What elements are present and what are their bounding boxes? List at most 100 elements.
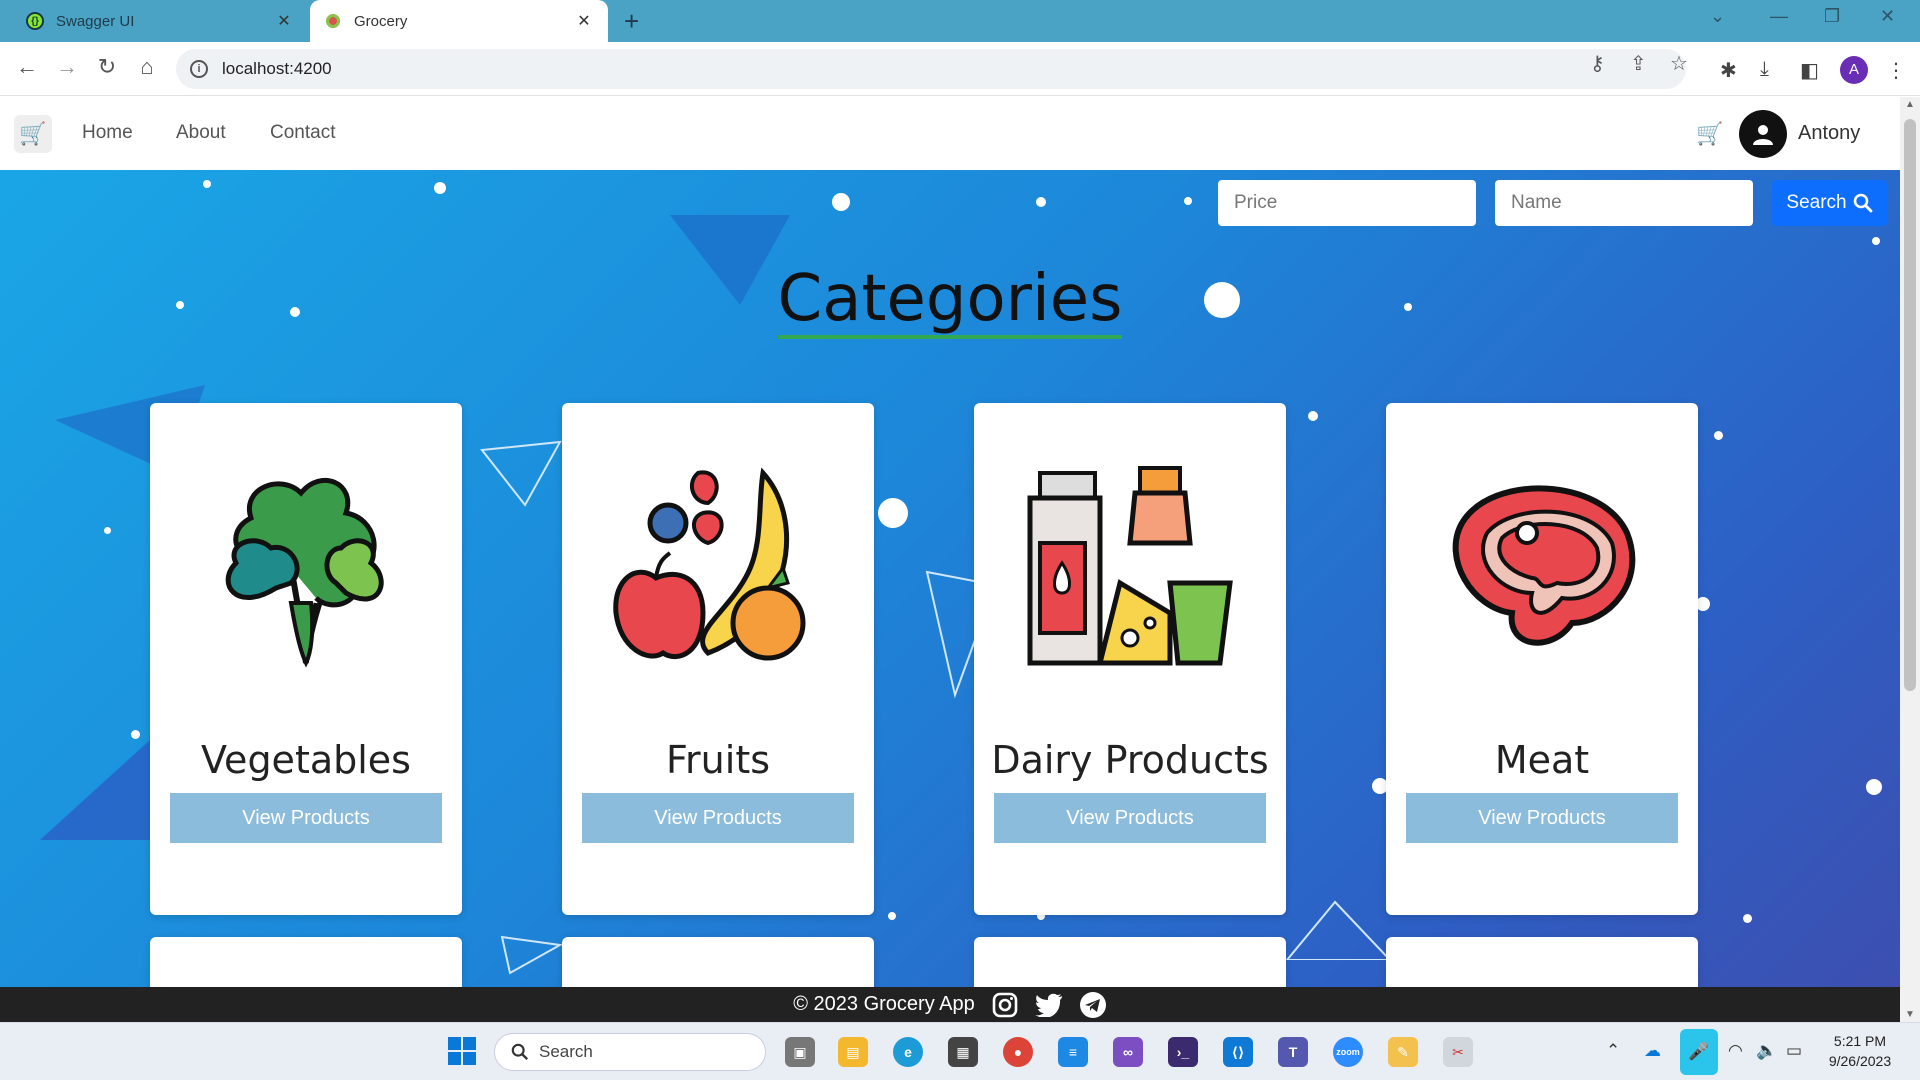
volume-icon[interactable]: 🔈 xyxy=(1756,1041,1777,1061)
decor-triangle xyxy=(480,440,562,507)
page-title: Categories xyxy=(0,262,1900,340)
new-tab-button[interactable]: + xyxy=(624,6,639,37)
page-scrollbar[interactable]: ▲ ▼ xyxy=(1900,97,1920,1022)
dairy-icon xyxy=(1027,466,1233,666)
close-window-button[interactable]: ✕ xyxy=(1880,6,1895,27)
decor-triangle xyxy=(40,740,150,840)
taskbar-search[interactable]: Search xyxy=(494,1033,766,1071)
download-icon[interactable]: ⤓ xyxy=(1760,58,1769,81)
nav-home[interactable]: Home xyxy=(82,122,133,144)
app-logo[interactable]: 🛒 xyxy=(14,115,52,153)
decor-triangle xyxy=(1285,900,1392,960)
store-icon[interactable]: ▦ xyxy=(948,1037,978,1067)
tab-search-icon[interactable]: ⌄ xyxy=(1710,6,1725,27)
decor-triangle xyxy=(500,935,564,975)
swagger-icon: {} xyxy=(26,12,44,30)
category-card xyxy=(562,937,874,987)
decor-dot xyxy=(1696,597,1710,611)
tray-chevron-icon[interactable]: ⌃ xyxy=(1606,1041,1620,1061)
search-icon xyxy=(511,1043,529,1061)
price-input[interactable]: Price xyxy=(1218,180,1476,226)
microphone-icon[interactable]: 🎤 xyxy=(1680,1029,1718,1075)
decor-dot xyxy=(1308,411,1318,421)
telegram-icon[interactable] xyxy=(1079,991,1107,1019)
tab-swagger[interactable]: {} Swagger UI ✕ xyxy=(12,0,308,42)
name-input[interactable]: Name xyxy=(1495,180,1753,226)
category-card xyxy=(1386,937,1698,987)
search-icon xyxy=(1853,193,1872,213)
address-input[interactable]: i localhost:4200 xyxy=(176,49,1686,89)
category-name: Dairy Products xyxy=(991,738,1269,782)
task-view-icon[interactable]: ▣ xyxy=(785,1037,815,1067)
twitter-icon[interactable] xyxy=(1034,991,1063,1019)
restore-button[interactable]: ❐ xyxy=(1824,6,1840,27)
close-icon[interactable]: ✕ xyxy=(274,11,294,31)
nav-contact[interactable]: Contact xyxy=(270,122,335,144)
edge-icon[interactable]: e xyxy=(893,1037,923,1067)
decor-dot xyxy=(878,498,908,528)
windows-taskbar: Search ▣ ▤ e ▦ ● ≡ ∞ ›_ ⟨⟩ T zoom ✎ ✂ ⌃ … xyxy=(0,1022,1920,1080)
clock-date: 9/26/2023 xyxy=(1828,1053,1892,1069)
vscode-icon[interactable]: ⟨⟩ xyxy=(1223,1037,1253,1067)
key-icon[interactable]: ⚷ xyxy=(1590,51,1605,76)
view-products-button[interactable]: View Products xyxy=(994,793,1266,843)
back-icon[interactable]: ← xyxy=(12,54,42,80)
decor-dot xyxy=(104,527,111,534)
view-products-button[interactable]: View Products xyxy=(1406,793,1678,843)
file-explorer-icon[interactable]: ▤ xyxy=(838,1037,868,1067)
menu-icon[interactable]: ⋮ xyxy=(1886,58,1906,83)
zoom-icon[interactable]: zoom xyxy=(1333,1037,1363,1067)
extensions-icon[interactable]: ✱ xyxy=(1720,58,1737,83)
nav-about[interactable]: About xyxy=(176,122,226,144)
tab-title: Grocery xyxy=(354,12,408,30)
categories-section: Price Name Search Categories Vegetables … xyxy=(0,170,1900,987)
notepad-icon[interactable]: ≡ xyxy=(1058,1037,1088,1067)
fruits-icon xyxy=(613,467,806,661)
profile-avatar[interactable]: A xyxy=(1840,56,1868,84)
scroll-up-icon[interactable]: ▲ xyxy=(1900,99,1920,110)
terminal-icon[interactable]: ›_ xyxy=(1168,1037,1198,1067)
sticky-app-icon[interactable]: ✎ xyxy=(1388,1037,1418,1067)
teams-icon[interactable]: T xyxy=(1278,1037,1308,1067)
view-products-button[interactable]: View Products xyxy=(170,793,442,843)
site-info-icon[interactable]: i xyxy=(190,60,208,78)
reload-icon[interactable]: ↻ xyxy=(92,54,122,80)
star-icon[interactable]: ☆ xyxy=(1670,51,1688,76)
wifi-icon[interactable]: ◠ xyxy=(1728,1041,1743,1061)
category-name: Vegetables xyxy=(201,738,411,782)
scroll-thumb[interactable] xyxy=(1904,119,1916,691)
snipping-tool-icon[interactable]: ✂ xyxy=(1443,1037,1473,1067)
category-card-fruits: Fruits View Products xyxy=(562,403,874,915)
share-icon[interactable]: ⇪ xyxy=(1630,51,1647,76)
url-text: localhost:4200 xyxy=(222,59,332,78)
search-button-label: Search xyxy=(1786,192,1847,213)
user-icon xyxy=(1753,125,1773,145)
home-icon[interactable]: ⌂ xyxy=(132,54,162,80)
app-navbar: 🛒 Home About Contact 🛒 Antony xyxy=(0,97,1900,170)
decor-dot xyxy=(1866,779,1882,795)
decor-dot xyxy=(131,730,140,739)
view-products-button[interactable]: View Products xyxy=(582,793,854,843)
sidepanel-icon[interactable]: ◧ xyxy=(1800,58,1819,83)
category-card-dairy: Dairy Products View Products xyxy=(974,403,1286,915)
cart-icon[interactable]: 🛒 xyxy=(1696,121,1723,147)
visual-studio-icon[interactable]: ∞ xyxy=(1113,1037,1143,1067)
tab-grocery[interactable]: Grocery ✕ xyxy=(310,0,608,42)
windows-start-icon[interactable] xyxy=(448,1037,476,1065)
battery-icon[interactable]: ▭ xyxy=(1786,1041,1802,1061)
search-button[interactable]: Search xyxy=(1772,180,1887,226)
minimize-button[interactable]: — xyxy=(1770,6,1788,27)
tab-title: Swagger UI xyxy=(56,12,135,30)
forward-icon[interactable]: → xyxy=(52,54,82,80)
user-avatar[interactable] xyxy=(1739,110,1787,158)
chrome-icon[interactable]: ● xyxy=(1003,1037,1033,1067)
instagram-icon[interactable] xyxy=(991,991,1019,1019)
decor-dot xyxy=(1184,197,1192,205)
scroll-down-icon[interactable]: ▼ xyxy=(1900,1009,1920,1020)
onedrive-icon[interactable]: ☁ xyxy=(1644,1041,1661,1061)
user-name[interactable]: Antony xyxy=(1798,122,1860,145)
name-placeholder: Name xyxy=(1511,192,1562,213)
decor-dot xyxy=(1036,197,1046,207)
taskbar-clock[interactable]: 5:21 PM 9/26/2023 xyxy=(1810,1031,1910,1071)
close-icon[interactable]: ✕ xyxy=(574,11,594,31)
